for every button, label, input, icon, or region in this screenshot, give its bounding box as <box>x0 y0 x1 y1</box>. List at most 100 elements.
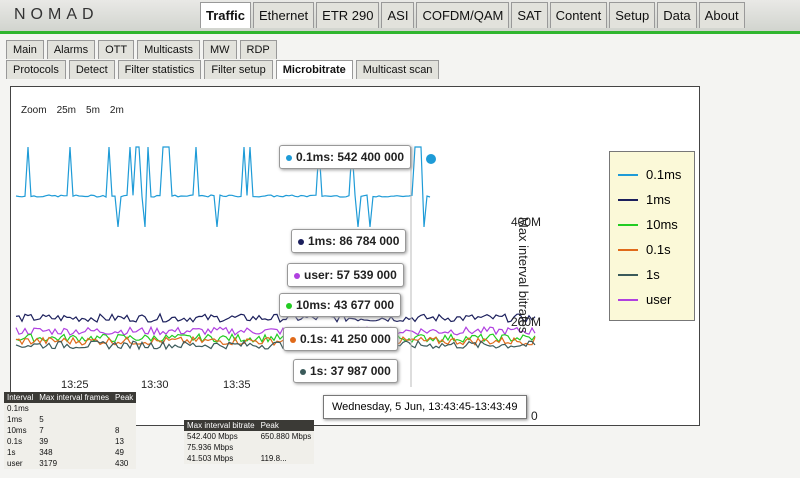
legend-swatch <box>618 273 638 276</box>
y-axis-title: Max interval bitrates <box>516 217 531 334</box>
tooltip-5: 1s: 37 987 000 <box>293 359 398 383</box>
traffic-tabs: Protocols Detect Filter statistics Filter s… <box>6 60 440 79</box>
table-cell: 8 <box>112 425 137 436</box>
tab-multicast-scan[interactable]: Multicast scan <box>355 60 440 79</box>
table-cell <box>112 414 137 425</box>
table-cell <box>257 442 315 453</box>
series-line-1ms <box>15 312 536 323</box>
table-cell: 41.503 Mbps <box>184 453 258 464</box>
sub-tabs: Main Alarms OTT Multicasts MW RDP <box>6 40 277 59</box>
tab-traffic[interactable]: Traffic <box>200 2 252 28</box>
legend-swatch <box>618 248 638 251</box>
table-cell: 39 <box>36 436 113 447</box>
table-row: 10ms 7 8 <box>4 425 137 436</box>
hover-point <box>426 154 436 164</box>
table-cell: 0.1ms <box>4 403 37 414</box>
table-header: Max interval frames <box>36 392 113 403</box>
table-row: 1ms 5 <box>4 414 137 425</box>
table-cell: 1s <box>4 447 37 458</box>
tab-detect[interactable]: Detect <box>68 60 115 79</box>
tooltip-text: 1s: 37 987 000 <box>310 364 391 378</box>
tooltip-3: 10ms: 43 677 000 <box>279 293 402 317</box>
x-tick: 13:25 <box>61 379 89 391</box>
table-row: 1s 348 49 <box>4 447 137 458</box>
series-line-user <box>15 325 536 337</box>
legend-swatch <box>618 223 638 226</box>
tab-rdp[interactable]: RDP <box>239 40 277 59</box>
table-cell: 75.936 Mbps <box>184 442 258 453</box>
legend-item[interactable]: 0.1s <box>618 237 686 262</box>
table-cell: 13 <box>112 436 137 447</box>
tab-ott[interactable]: OTT <box>98 40 135 59</box>
legend-item[interactable]: 1ms <box>618 187 686 212</box>
legend-item[interactable]: 10ms <box>618 212 686 237</box>
legend-item[interactable]: 0.1ms <box>618 162 686 187</box>
tab-data[interactable]: Data <box>657 2 697 28</box>
tab-setup[interactable]: Setup <box>609 2 656 28</box>
table-row: 0.1s 39 13 <box>4 436 137 447</box>
table-cell: 0.1s <box>4 436 37 447</box>
tooltip-text: 0.1ms: 542 400 000 <box>296 150 405 164</box>
legend-label: user <box>646 292 672 307</box>
tooltip-text: 0.1s: 41 250 000 <box>300 332 391 346</box>
legend-item[interactable]: user <box>618 287 686 312</box>
table-cell: 650.880 Mbps <box>257 431 315 442</box>
tab-mw[interactable]: MW <box>202 40 237 59</box>
tab-content[interactable]: Content <box>549 2 608 28</box>
table-cell: 3179 <box>36 458 113 469</box>
frames-table: Interval Max interval frames Peak 0.1ms 1ms 5… <box>4 392 137 469</box>
series-line-1s <box>15 339 536 351</box>
table-cell: 49 <box>112 447 137 458</box>
tab-filter-setup[interactable]: Filter setup <box>204 60 273 79</box>
series-dot <box>290 336 296 343</box>
tooltip-2: user: 57 539 000 <box>287 263 404 287</box>
legend-swatch <box>618 298 638 301</box>
legend-item[interactable]: 1s <box>618 262 686 287</box>
bitrate-table: Max interval bitrate Peak 542.400 Mbps 650.… <box>184 420 315 464</box>
tooltip-text: user: 57 539 000 <box>304 268 397 282</box>
y-tick: 0 <box>531 409 538 423</box>
tab-filter-statistics[interactable]: Filter statistics <box>117 60 202 79</box>
tab-ethernet[interactable]: Ethernet <box>253 2 315 28</box>
table-cell: 10ms <box>4 425 37 436</box>
table-cell <box>112 403 137 414</box>
table-cell: 542.400 Mbps <box>184 431 258 442</box>
legend-label: 1ms <box>646 192 671 207</box>
table-row: 75.936 Mbps <box>184 442 315 453</box>
legend-label: 10ms <box>646 217 678 232</box>
nomad-logo: NOMAD <box>14 6 99 23</box>
table-cell: user <box>4 458 37 469</box>
tooltip-text: 1ms: 86 784 000 <box>308 234 400 248</box>
table-header: Peak <box>257 420 315 431</box>
tab-multicasts[interactable]: Multicasts <box>137 40 200 59</box>
series-dot <box>286 154 292 161</box>
legend-swatch <box>618 198 638 201</box>
tab-microbitrate[interactable]: Microbitrate <box>275 60 353 79</box>
tab-asi[interactable]: ASI <box>381 2 415 28</box>
series-dot <box>294 272 300 279</box>
table-cell: 5 <box>36 414 113 425</box>
x-tick: 13:35 <box>223 379 251 391</box>
x-tick: 13:30 <box>141 379 169 391</box>
table-cell: 7 <box>36 425 113 436</box>
series-dot <box>298 238 304 245</box>
legend-swatch <box>618 173 638 176</box>
table-cell: 119.8... <box>257 453 315 464</box>
table-cell: 1ms <box>4 414 37 425</box>
tab-alarms[interactable]: Alarms <box>46 40 96 59</box>
tab-main[interactable]: Main <box>6 40 44 59</box>
table-row: 41.503 Mbps 119.8... <box>184 453 315 464</box>
tab-etr-290[interactable]: ETR 290 <box>316 2 380 28</box>
tab-sat[interactable]: SAT <box>511 2 548 28</box>
table-row: 542.400 Mbps 650.880 Mbps <box>184 431 315 442</box>
tooltip-0: 0.1ms: 542 400 000 <box>279 145 412 169</box>
legend-label: 0.1s <box>646 242 671 257</box>
microbitrate-chart-panel: Zoom 25m 5m 2m 400M 200M 0 Max interval … <box>10 86 700 426</box>
tab-about[interactable]: About <box>698 2 745 28</box>
tab-cofdm-qam[interactable]: COFDM/QAM <box>416 2 510 28</box>
date-tooltip: Wednesday, 5 Jun, 13:43:45-13:43:49 <box>323 395 527 419</box>
legend-label: 0.1ms <box>646 167 682 182</box>
tab-protocols[interactable]: Protocols <box>6 60 66 79</box>
legend-label: 1s <box>646 267 660 282</box>
series-dot <box>286 302 292 309</box>
